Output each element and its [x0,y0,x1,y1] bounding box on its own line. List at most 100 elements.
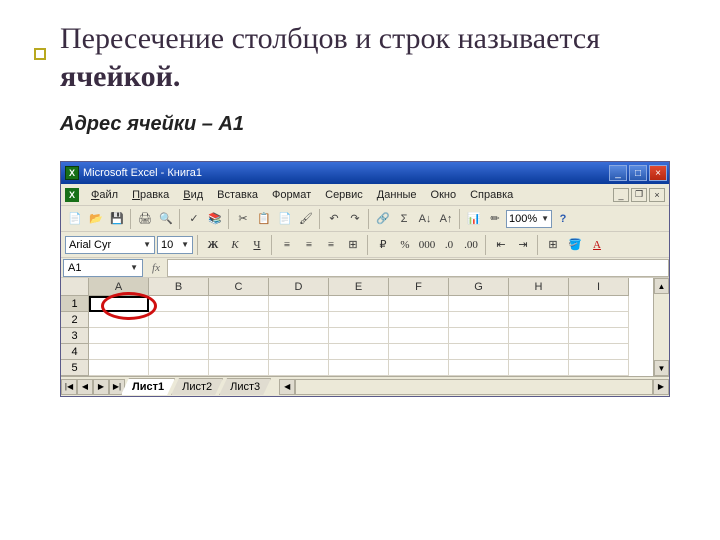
dec-indent-icon[interactable]: ⇤ [491,235,511,255]
scroll-down-icon[interactable]: ▼ [654,360,669,376]
cell[interactable] [569,296,629,312]
cell[interactable] [449,344,509,360]
borders-icon[interactable]: ⊞ [543,235,563,255]
chart-icon[interactable]: 📊 [464,209,484,229]
doc-minimize-button[interactable]: _ [613,188,629,202]
row-header[interactable]: 1 [61,296,89,312]
hyperlink-icon[interactable]: 🔗 [373,209,393,229]
cell[interactable] [89,344,149,360]
copy-icon[interactable]: 📋 [254,209,274,229]
cell[interactable] [209,296,269,312]
horizontal-scrollbar[interactable]: ◀ ▶ [279,379,669,395]
menu-file[interactable]: Файл [85,187,124,203]
redo-icon[interactable]: ↷ [345,209,365,229]
dec-decimal-icon[interactable]: .00 [461,235,481,255]
save-icon[interactable]: 💾 [107,209,127,229]
maximize-button[interactable]: □ [629,165,647,181]
zoom-select[interactable]: 100%▼ [506,210,552,228]
fx-button[interactable]: fx [145,262,167,274]
column-header[interactable]: F [389,278,449,296]
select-all-corner[interactable] [61,278,89,296]
align-left-icon[interactable]: ≡ [277,235,297,255]
align-center-icon[interactable]: ≡ [299,235,319,255]
cell[interactable] [329,344,389,360]
sheet-tab-2[interactable]: Лист2 [171,378,223,395]
merge-icon[interactable]: ⊞ [343,235,363,255]
fill-color-icon[interactable]: 🪣 [565,235,585,255]
titlebar[interactable]: X Microsoft Excel - Книга1 _ □ × [61,162,669,184]
cell[interactable] [389,360,449,376]
menu-view[interactable]: Вид [177,187,209,203]
cell[interactable] [569,360,629,376]
cell[interactable] [569,344,629,360]
cell[interactable] [569,328,629,344]
cell[interactable] [329,328,389,344]
row-header[interactable]: 5 [61,360,89,376]
cell[interactable] [269,312,329,328]
menu-insert[interactable]: Вставка [211,187,264,203]
cell[interactable] [389,296,449,312]
paste-icon[interactable]: 📄 [275,209,295,229]
cell[interactable] [209,344,269,360]
doc-restore-button[interactable]: ❐ [631,188,647,202]
undo-icon[interactable]: ↶ [324,209,344,229]
menu-format[interactable]: Формат [266,187,317,203]
cell[interactable] [209,328,269,344]
column-header[interactable]: H [509,278,569,296]
cell[interactable] [149,344,209,360]
row-header[interactable]: 4 [61,344,89,360]
cell[interactable] [89,296,149,312]
doc-close-button[interactable]: × [649,188,665,202]
cell[interactable] [89,360,149,376]
name-box[interactable]: A1▼ [63,259,143,277]
open-icon[interactable]: 📂 [86,209,106,229]
vertical-scrollbar[interactable]: ▲ ▼ [653,278,669,376]
close-button[interactable]: × [649,165,667,181]
next-sheet-icon[interactable]: ▶ [93,379,109,395]
sheet-tab-3[interactable]: Лист3 [219,378,271,395]
doc-icon[interactable]: X [65,188,79,202]
align-right-icon[interactable]: ≡ [321,235,341,255]
scroll-track[interactable] [654,294,669,360]
scroll-right-icon[interactable]: ▶ [653,379,669,395]
cell[interactable] [329,296,389,312]
column-header[interactable]: G [449,278,509,296]
new-icon[interactable]: 📄 [65,209,85,229]
cell[interactable] [149,296,209,312]
scroll-left-icon[interactable]: ◀ [279,379,295,395]
cell[interactable] [509,296,569,312]
sort-desc-icon[interactable]: A↑ [436,209,456,229]
cell[interactable] [389,312,449,328]
cell[interactable] [329,360,389,376]
spell-icon[interactable]: ✓ [184,209,204,229]
hscroll-track[interactable] [295,379,653,395]
column-header[interactable]: C [209,278,269,296]
print-icon[interactable]: 🖨 [135,209,155,229]
menu-data[interactable]: Данные [371,187,423,203]
font-size-select[interactable]: 10▼ [157,236,193,254]
cell[interactable] [89,328,149,344]
sort-asc-icon[interactable]: A↓ [415,209,435,229]
cell[interactable] [269,296,329,312]
research-icon[interactable]: 📚 [205,209,225,229]
comma-icon[interactable]: 000 [417,235,437,255]
menu-help[interactable]: Справка [464,187,519,203]
row-header[interactable]: 2 [61,312,89,328]
cell[interactable] [329,312,389,328]
cell[interactable] [209,312,269,328]
cell[interactable] [389,344,449,360]
currency-icon[interactable]: ₽ [373,235,393,255]
autosum-icon[interactable]: Σ [394,209,414,229]
formula-input[interactable] [167,259,669,277]
cell[interactable] [269,328,329,344]
cell[interactable] [269,344,329,360]
cell[interactable] [389,328,449,344]
drawing-icon[interactable]: ✏ [485,209,505,229]
cell[interactable] [509,344,569,360]
menu-window[interactable]: Окно [425,187,463,203]
cell[interactable] [149,360,209,376]
cell[interactable] [209,360,269,376]
column-header[interactable]: E [329,278,389,296]
preview-icon[interactable]: 🔍 [156,209,176,229]
percent-icon[interactable]: % [395,235,415,255]
